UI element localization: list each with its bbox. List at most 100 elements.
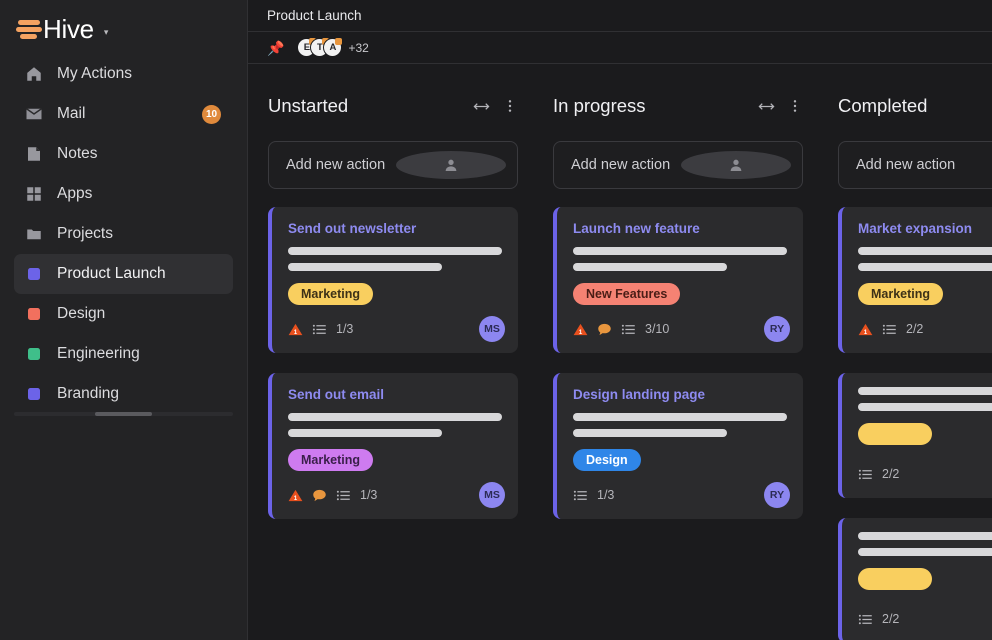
task-placeholder-line [573, 263, 727, 271]
checklist-icon [573, 488, 588, 503]
sidebar-item-design[interactable]: Design [14, 294, 233, 334]
task-assignee-avatar[interactable]: MS [479, 482, 505, 508]
task-tag[interactable]: Marketing [288, 283, 373, 305]
project-color-dot-icon [24, 304, 44, 324]
checklist-count: 2/2 [882, 612, 899, 626]
task-meta: 1/3 [573, 484, 787, 506]
notes-icon [24, 144, 44, 164]
task-tag[interactable]: Marketing [858, 283, 943, 305]
task-tag[interactable] [858, 423, 932, 445]
checklist-icon [882, 322, 897, 337]
task-card[interactable]: 2/2 [838, 373, 992, 498]
sidebar-item-label: Engineering [57, 345, 140, 363]
task-card-title: Send out email [288, 387, 502, 402]
brand-logo[interactable]: Hive ▾ [0, 0, 247, 44]
task-tag[interactable]: Design [573, 449, 641, 471]
task-placeholder-line [858, 263, 992, 271]
column-menu-icon[interactable] [787, 98, 803, 114]
checklist-icon [858, 612, 873, 627]
task-placeholder-line [573, 413, 787, 421]
sidebar: Hive ▾ My ActionsMail10Notes Apps Projects… [0, 0, 248, 640]
task-placeholder-line [288, 263, 442, 271]
member-overflow-count[interactable]: +32 [348, 41, 368, 55]
sidebar-item-projects[interactable]: Projects [14, 214, 233, 254]
task-meta: 2/2 [858, 463, 992, 485]
checklist-icon [336, 488, 351, 503]
svg-text:1: 1 [294, 494, 298, 501]
comment-icon[interactable] [312, 488, 327, 503]
members-bar: 📌 ETA +32 [248, 32, 992, 64]
checklist-count: 1/3 [597, 488, 614, 502]
sidebar-item-notes[interactable]: Notes [14, 134, 233, 174]
column-menu-icon[interactable] [502, 98, 518, 114]
resize-arrows-icon[interactable] [758, 98, 775, 115]
task-meta: 11/3 [288, 318, 502, 340]
comment-icon[interactable] [597, 322, 612, 337]
avatar-status-badge-icon [335, 38, 342, 45]
sidebar-item-product-launch[interactable]: Product Launch [14, 254, 233, 294]
checklist-icon [858, 467, 873, 482]
member-avatars[interactable]: ETA [297, 38, 342, 57]
add-new-action-input[interactable]: Add new action [553, 141, 803, 189]
hive-logo-icon [16, 18, 42, 40]
task-card[interactable]: Send out email Marketing 1 1/3 MS [268, 373, 518, 519]
task-assignee-avatar[interactable]: MS [479, 316, 505, 342]
task-meta: 1 2/2 [858, 318, 992, 340]
task-card[interactable]: Market expansion Marketing 1 2/2 [838, 207, 992, 353]
task-placeholder-line [858, 387, 992, 395]
task-placeholder-line [288, 413, 502, 421]
apps-icon [24, 184, 44, 204]
warning-icon: 1 [288, 322, 303, 337]
sidebar-item-label: Branding [57, 385, 119, 403]
task-assignee-avatar[interactable]: RY [764, 482, 790, 508]
sidebar-scrollbar[interactable] [14, 412, 233, 416]
column-header: In progress [553, 89, 803, 123]
checklist-icon [312, 322, 327, 337]
task-placeholder-line [288, 247, 502, 255]
task-card[interactable]: 2/2 [838, 518, 992, 640]
resize-arrows-icon[interactable] [473, 98, 490, 115]
task-card-title: Market expansion [858, 221, 992, 236]
checklist-count: 1/3 [360, 488, 377, 502]
avatar[interactable]: A [323, 38, 342, 57]
task-tag[interactable]: New Features [573, 283, 680, 305]
svg-text:1: 1 [579, 328, 583, 335]
column-title: In progress [553, 95, 746, 117]
task-assignee-avatar[interactable]: RY [764, 316, 790, 342]
sidebar-item-branding[interactable]: Branding [14, 374, 233, 414]
chevron-down-icon[interactable]: ▾ [104, 27, 109, 38]
task-card[interactable]: Launch new featureNew Features13/10RY [553, 207, 803, 353]
project-color-dot-icon [24, 344, 44, 364]
task-placeholder-line [858, 403, 992, 411]
task-tag[interactable] [858, 568, 932, 590]
task-card-title: Send out newsletter [288, 221, 502, 236]
board-column: In progress Add new action Launch new feat… [553, 89, 803, 640]
folder-icon [24, 224, 44, 244]
assignee-person-icon[interactable] [681, 151, 791, 179]
pin-icon[interactable]: 📌 [267, 41, 284, 55]
add-new-action-input[interactable]: Add new action [838, 141, 992, 189]
task-card-title: Launch new feature [573, 221, 787, 236]
task-tag[interactable]: Marketing [288, 449, 373, 471]
board-column: CompletedAdd new actionMarket expansionM… [838, 89, 992, 640]
add-new-action-input[interactable]: Add new action [268, 141, 518, 189]
task-card[interactable]: Design landing pageDesign1/3RY [553, 373, 803, 519]
task-card[interactable]: Send out newsletter Marketing 11/3MS [268, 207, 518, 353]
column-title: Completed [838, 95, 992, 117]
assignee-person-icon[interactable] [396, 151, 506, 179]
sidebar-item-engineering[interactable]: Engineering [14, 334, 233, 374]
warning-icon: 1 [288, 488, 303, 503]
checklist-count: 2/2 [906, 322, 923, 336]
svg-text:1: 1 [864, 328, 868, 335]
sidebar-item-my-actions[interactable]: My Actions [14, 54, 233, 94]
warning-icon: 1 [858, 322, 873, 337]
sidebar-item-apps[interactable]: Apps [14, 174, 233, 214]
svg-text:1: 1 [294, 328, 298, 335]
add-new-action-placeholder: Add new action [286, 157, 396, 173]
sidebar-item-mail[interactable]: Mail10 [14, 94, 233, 134]
checklist-count: 2/2 [882, 467, 899, 481]
warning-icon: 1 [573, 322, 588, 337]
brand-name: Hive [43, 14, 94, 45]
sidebar-item-label: Apps [57, 185, 92, 203]
task-meta: 1 1/3 [288, 484, 502, 506]
